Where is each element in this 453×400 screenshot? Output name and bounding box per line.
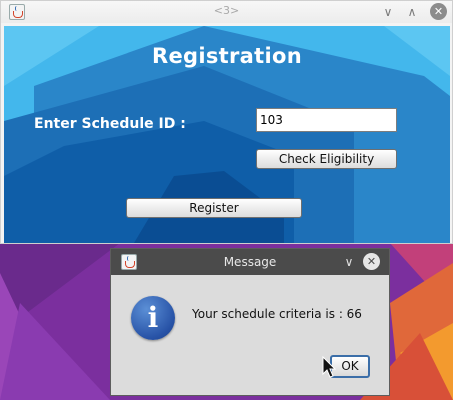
information-icon: i — [131, 296, 175, 340]
schedule-id-label: Enter Schedule ID : — [34, 116, 186, 132]
page-title: Registration — [152, 44, 302, 68]
close-icon[interactable]: ✕ — [430, 3, 447, 20]
registration-window: <3> ∨ ∧ ✕ Registration Enter Schedule ID… — [0, 0, 453, 244]
dialog-titlebar[interactable]: Message ∨ ✕ — [111, 249, 389, 275]
register-button[interactable]: Register — [126, 198, 302, 218]
mouse-pointer-icon — [322, 356, 336, 378]
dialog-message: Your schedule criteria is : 66 — [192, 307, 362, 321]
message-dialog: Message ∨ ✕ i Your schedule criteria is … — [110, 248, 390, 396]
schedule-id-input[interactable] — [256, 108, 397, 132]
minimize-icon[interactable]: ∨ — [340, 253, 358, 271]
window-titlebar[interactable]: <3> ∨ ∧ ✕ — [1, 1, 452, 23]
registration-panel: Registration Enter Schedule ID : Check E… — [4, 26, 450, 243]
maximize-icon[interactable]: ∧ — [403, 3, 421, 21]
check-eligibility-button[interactable]: Check Eligibility — [256, 149, 397, 169]
minimize-icon[interactable]: ∨ — [379, 3, 397, 21]
close-icon[interactable]: ✕ — [363, 253, 380, 270]
ok-button[interactable]: OK — [330, 355, 370, 378]
